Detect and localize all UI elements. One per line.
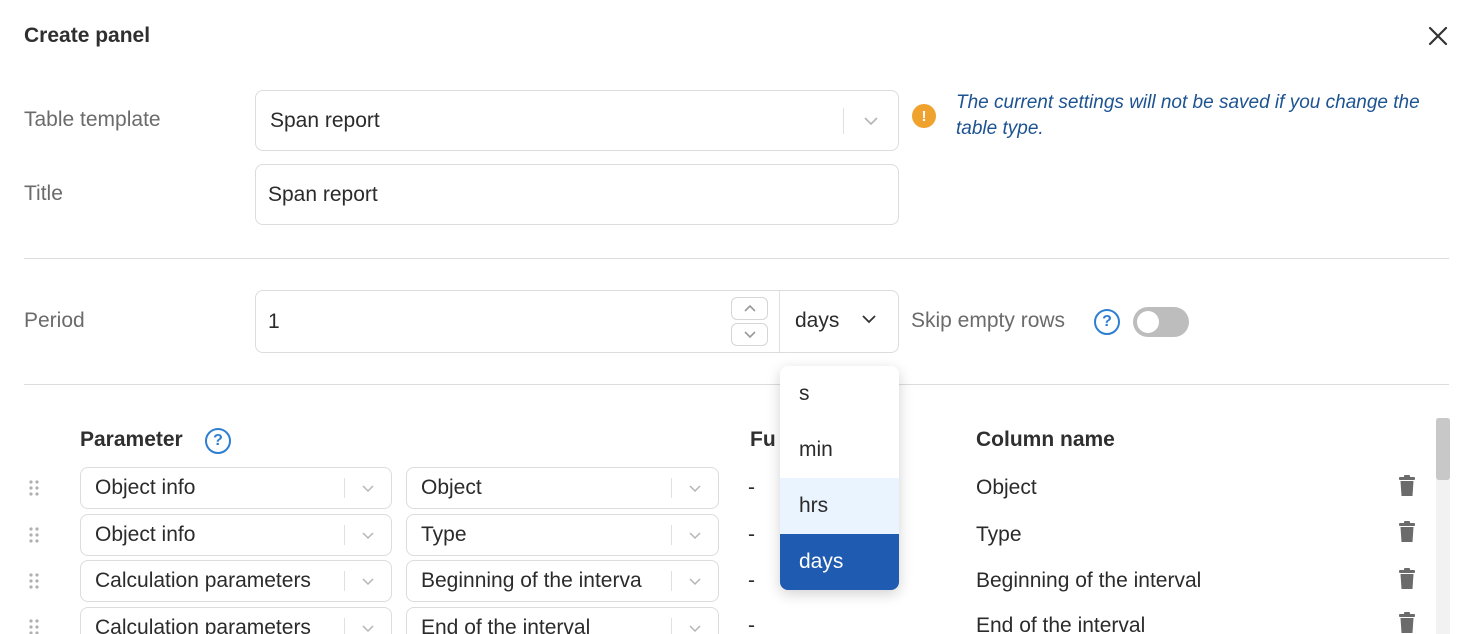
table-template-value: Span report [270, 108, 380, 132]
column-name-value[interactable]: End of the interval [976, 614, 1145, 634]
category-value: Object info [95, 476, 196, 499]
category-value: Calculation parameters [95, 569, 311, 592]
parameter-value: Beginning of the interva [421, 569, 642, 592]
parameter-select[interactable]: Type [406, 514, 719, 556]
divider [24, 384, 1449, 385]
title-input-value: Span report [268, 182, 378, 206]
function-value: - [748, 476, 755, 499]
column-name-value[interactable]: Type [976, 523, 1022, 547]
function-value: - [748, 523, 755, 546]
parameter-select[interactable]: Beginning of the interva [406, 560, 719, 602]
parameter-select[interactable]: End of the interval [406, 607, 719, 634]
warning-icon: ! [912, 104, 936, 128]
chevron-down-icon[interactable] [672, 624, 718, 633]
table-template-label: Table template [24, 108, 161, 131]
function-value: - [748, 569, 755, 592]
period-unit-select[interactable]: days [795, 309, 839, 333]
chevron-down-icon[interactable] [672, 531, 718, 540]
chevron-down-icon[interactable] [844, 116, 898, 126]
help-icon[interactable]: ? [205, 428, 231, 454]
warning-message: The current settings will not be saved i… [956, 92, 1420, 139]
title-label: Title [24, 182, 63, 205]
table-template-select[interactable]: Span report [255, 90, 899, 151]
drag-handle-icon[interactable] [28, 572, 40, 590]
category-value: Object info [95, 523, 196, 546]
chevron-down-icon[interactable] [672, 577, 718, 586]
column-name-value[interactable]: Beginning of the interval [976, 569, 1201, 593]
parameter-value: Object [421, 476, 482, 499]
chevron-up-icon [743, 304, 756, 312]
divider [24, 258, 1449, 259]
trash-icon[interactable] [1398, 568, 1416, 590]
skip-empty-rows-toggle[interactable] [1133, 307, 1189, 337]
unit-option-days[interactable]: days [780, 534, 899, 590]
category-select[interactable]: Object info [80, 514, 392, 556]
chevron-down-icon[interactable] [345, 484, 391, 493]
drag-handle-icon[interactable] [28, 526, 40, 544]
period-label: Period [24, 309, 85, 332]
period-unit-dropdown: s min hrs days [780, 366, 899, 590]
increment-button[interactable] [731, 297, 768, 320]
chevron-down-icon [743, 331, 756, 339]
create-panel-dialog: Create panel Table template Span report … [0, 0, 1473, 634]
category-value: Calculation parameters [95, 616, 311, 634]
dialog-title: Create panel [24, 24, 151, 47]
category-select[interactable]: Calculation parameters [80, 560, 392, 602]
unit-option-hrs[interactable]: hrs [780, 478, 899, 534]
function-header: Fu [750, 428, 776, 451]
scrollbar-thumb[interactable] [1436, 418, 1450, 480]
column-name-header: Column name [976, 428, 1115, 451]
parameter-header: Parameter [80, 428, 183, 451]
category-select[interactable]: Calculation parameters [80, 607, 392, 634]
unit-option-s[interactable]: s [780, 366, 899, 422]
parameter-value: Type [421, 523, 467, 546]
parameter-value: End of the interval [421, 616, 591, 634]
chevron-down-icon[interactable] [345, 577, 391, 586]
trash-icon[interactable] [1398, 612, 1416, 634]
chevron-down-icon[interactable] [672, 484, 718, 493]
period-divider [779, 291, 780, 352]
decrement-button[interactable] [731, 323, 768, 346]
category-select[interactable]: Object info [80, 467, 392, 509]
chevron-down-icon[interactable] [860, 312, 878, 330]
column-name-value[interactable]: Object [976, 476, 1037, 500]
help-icon[interactable]: ? [1094, 309, 1120, 335]
chevron-down-icon[interactable] [345, 531, 391, 540]
title-input[interactable]: Span report [255, 164, 899, 225]
parameter-select[interactable]: Object [406, 467, 719, 509]
function-value: - [748, 614, 755, 634]
chevron-down-icon[interactable] [345, 624, 391, 633]
drag-handle-icon[interactable] [28, 479, 40, 497]
toggle-knob [1137, 311, 1159, 333]
trash-icon[interactable] [1398, 521, 1416, 543]
trash-icon[interactable] [1398, 475, 1416, 497]
close-icon[interactable] [1424, 22, 1452, 50]
skip-empty-rows-label: Skip empty rows [911, 309, 1066, 332]
unit-option-min[interactable]: min [780, 422, 899, 478]
drag-handle-icon[interactable] [28, 618, 40, 634]
